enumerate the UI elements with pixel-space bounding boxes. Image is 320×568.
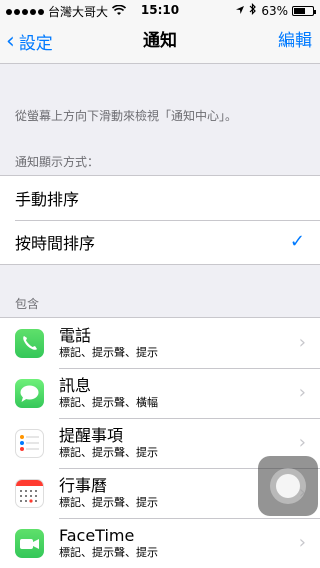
- app-alert-styles: 標記、提示聲、橫幅: [59, 396, 158, 409]
- app-name: FaceTime: [59, 526, 135, 545]
- battery-icon: [292, 5, 316, 16]
- notification-center-hint: 從螢幕上方向下滑動來檢視「通知中心」。: [15, 109, 238, 123]
- phone-icon: [15, 328, 44, 358]
- app-name: 提醒事項: [59, 426, 124, 445]
- app-alert-styles: 標記、提示聲、提示: [59, 446, 158, 459]
- reminders-icon: [15, 428, 44, 458]
- sort-option-by-time[interactable]: 按時間排序 ✓: [0, 220, 320, 264]
- page-title: 通知: [143, 31, 177, 51]
- app-row-facetime[interactable]: FaceTime 標記、提示聲、提示 ›: [0, 518, 320, 568]
- sort-section-header: 通知顯示方式：: [15, 155, 100, 169]
- chevron-right-icon: ›: [298, 432, 306, 453]
- sort-options-group: 手動排序 按時間排序 ✓: [0, 175, 320, 265]
- include-section-header: 包含: [15, 297, 40, 311]
- bluetooth-icon: [249, 3, 257, 18]
- navigation-bar: ‹ 設定 通知 編輯: [0, 20, 320, 64]
- status-bar: 台灣大哥大 15:10 63%: [0, 0, 320, 20]
- app-row-messages[interactable]: 訊息 標記、提示聲、橫幅 ›: [0, 368, 320, 418]
- sort-option-label: 手動排序: [15, 190, 80, 209]
- location-icon: [235, 4, 245, 18]
- chevron-right-icon: ›: [298, 532, 306, 553]
- app-alert-styles: 標記、提示聲、提示: [59, 496, 158, 509]
- chevron-right-icon: ›: [298, 382, 306, 403]
- app-name: 電話: [59, 326, 92, 345]
- battery-percent: 63%: [261, 3, 288, 18]
- facetime-icon: [15, 528, 44, 558]
- included-apps-group: 電話 標記、提示聲、提示 › 訊息 標記、提示聲、橫幅 › 提醒事項 標記、提示…: [0, 317, 320, 568]
- app-alert-styles: 標記、提示聲、提示: [59, 546, 158, 559]
- edit-button[interactable]: 編輯: [278, 20, 312, 63]
- calendar-icon: [15, 478, 44, 508]
- app-row-phone[interactable]: 電話 標記、提示聲、提示 ›: [0, 318, 320, 368]
- assistive-touch-button[interactable]: [258, 456, 318, 516]
- sort-option-manual[interactable]: 手動排序: [0, 176, 320, 220]
- chevron-right-icon: ›: [298, 332, 306, 353]
- sort-option-label: 按時間排序: [15, 234, 96, 253]
- app-name: 行事曆: [59, 476, 108, 495]
- app-name: 訊息: [59, 376, 92, 395]
- app-alert-styles: 標記、提示聲、提示: [59, 346, 158, 359]
- messages-icon: [15, 378, 44, 408]
- checkmark-icon: ✓: [289, 231, 305, 252]
